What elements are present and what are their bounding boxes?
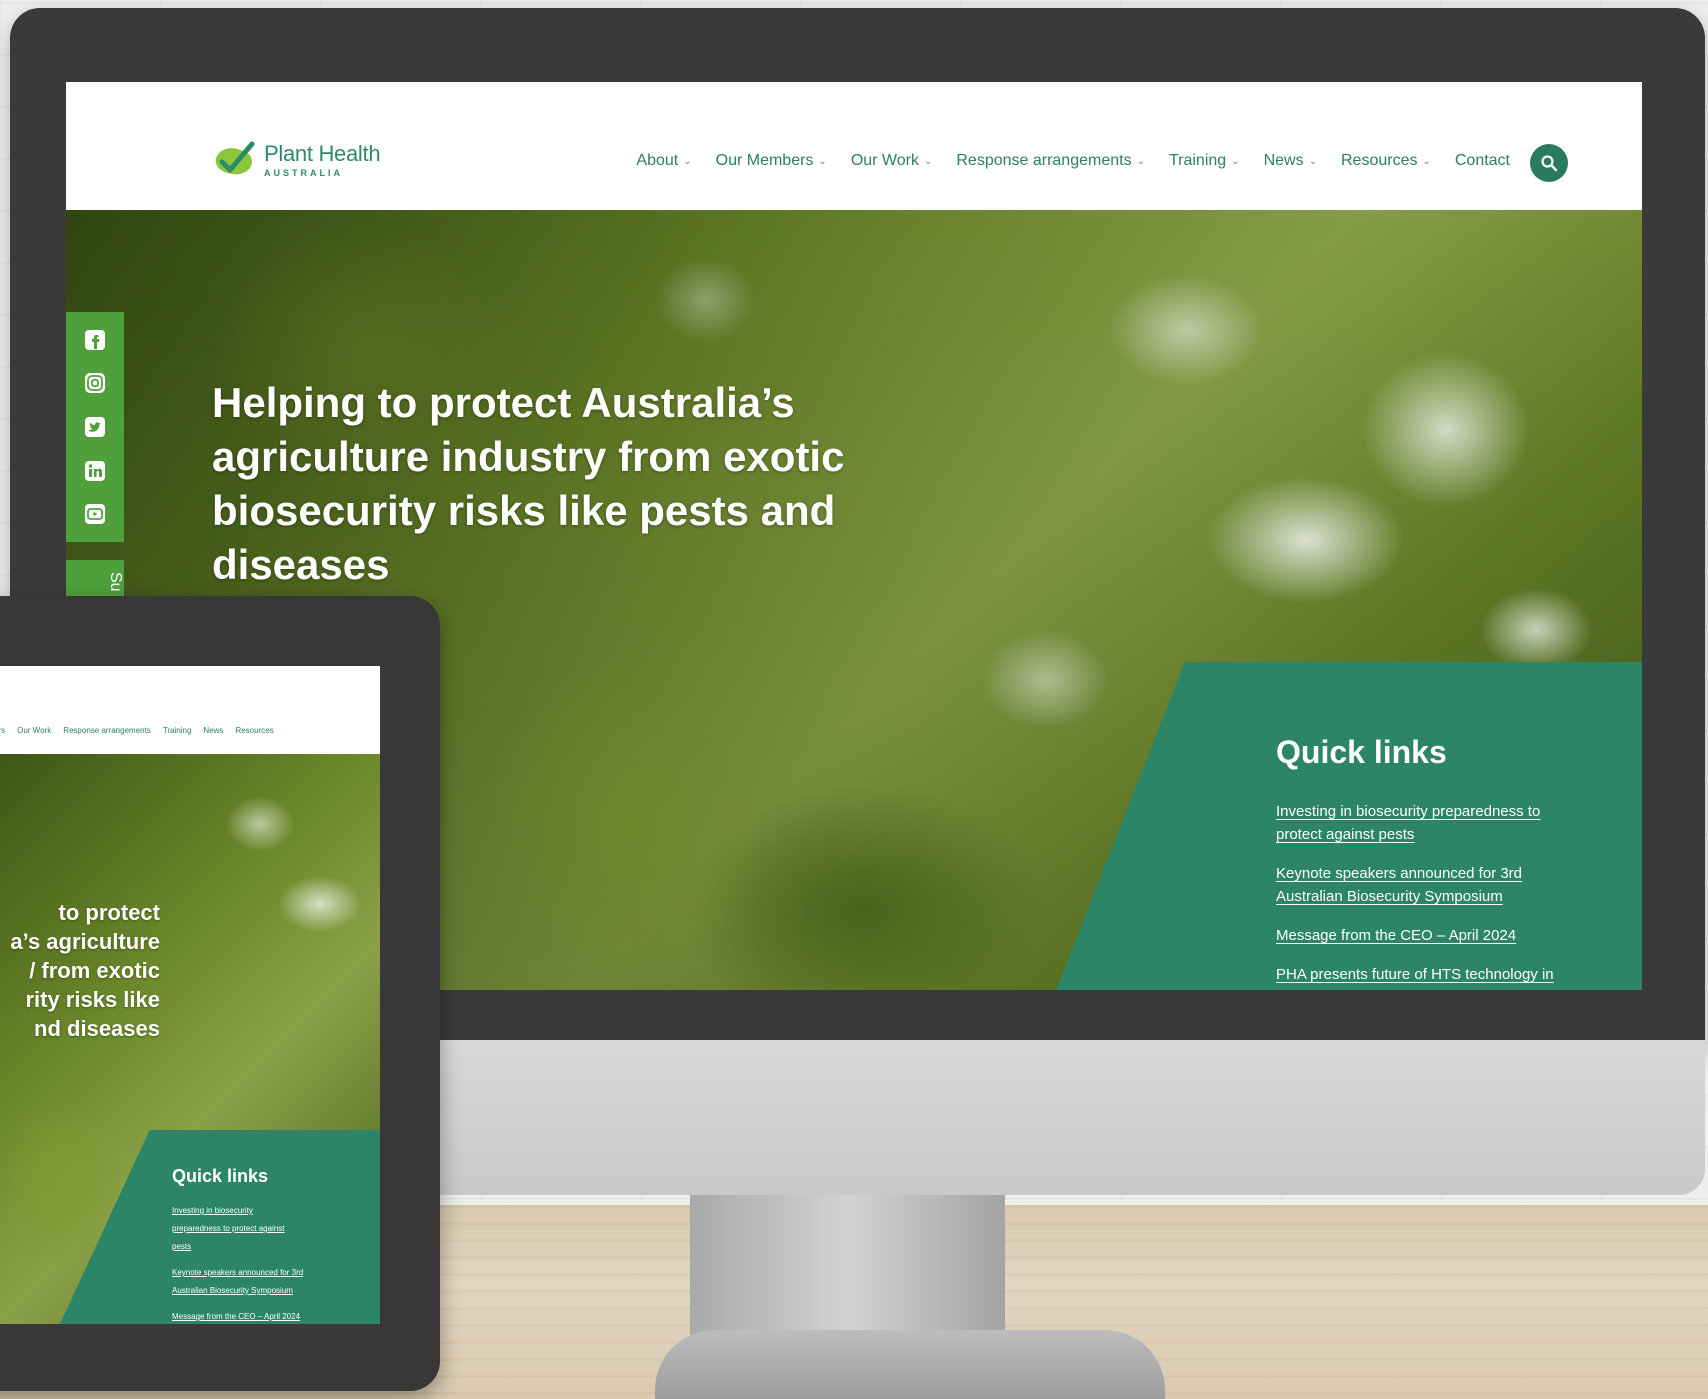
tablet-nav-response-arrangements[interactable]: Response arrangements xyxy=(63,726,151,735)
chevron-down-icon: ⌄ xyxy=(683,155,692,167)
social-sidebar xyxy=(66,312,124,542)
tablet-nav-training[interactable]: Training xyxy=(163,726,192,735)
list-item: PHA presents future of HTS technology in xyxy=(1276,963,1576,986)
imac-stand-foot xyxy=(655,1330,1165,1399)
nav-our-work-label: Our Work xyxy=(850,152,919,169)
nav-about[interactable]: About ⌄ xyxy=(636,152,691,170)
chevron-down-icon: ⌄ xyxy=(923,155,933,167)
list-item: Message from the CEO – April 2024 xyxy=(1276,924,1576,947)
nav-resources-label: Resources xyxy=(1340,152,1418,169)
nav-our-members-label: Our Members xyxy=(715,152,814,169)
list-item: Investing in biosecurity preparedness to… xyxy=(172,1200,304,1254)
twitter-icon[interactable] xyxy=(84,416,106,438)
list-item: Investing in biosecurity preparedness to… xyxy=(1276,800,1576,846)
nav-news-label: News xyxy=(1263,152,1304,169)
tablet-quick-link[interactable]: Message from the CEO – April 2024 xyxy=(172,1312,300,1321)
hero-title: Helping to protect Australia’s agricultu… xyxy=(212,379,845,588)
tablet-nav-resources[interactable]: Resources xyxy=(235,726,273,735)
tablet-quick-link[interactable]: Keynote speakers announced for 3rd Austr… xyxy=(172,1268,303,1295)
list-item: Keynote speakers announced for 3rd Austr… xyxy=(172,1262,304,1298)
nav-our-work[interactable]: Our Work ⌄ xyxy=(851,152,933,170)
site-logo[interactable]: Plant Health AUSTRALIA xyxy=(212,140,381,180)
tablet-nav: ers Our Work Response arrangements Train… xyxy=(0,726,274,735)
quick-links-title: Quick links xyxy=(1276,734,1447,770)
linkedin-icon[interactable] xyxy=(84,460,106,482)
main-nav: About ⌄ Our Members ⌄ Our Work ⌄ Response a… xyxy=(636,152,1510,170)
nav-contact-label: Contact xyxy=(1454,152,1510,169)
list-item: Keynote speakers announced for 3rd Austr… xyxy=(1276,862,1576,908)
chevron-down-icon: ⌄ xyxy=(1231,155,1240,167)
logo-subtitle: AUSTRALIA xyxy=(264,167,343,178)
tablet-quick-link[interactable]: Investing in biosecurity preparedness to… xyxy=(172,1206,285,1251)
nav-training-label: Training xyxy=(1168,152,1227,169)
chevron-down-icon: ⌄ xyxy=(1136,155,1145,167)
quick-link[interactable]: PHA presents future of HTS technology in xyxy=(1276,966,1554,983)
nav-about-label: About xyxy=(636,152,679,169)
nav-our-members[interactable]: Our Members ⌄ xyxy=(716,152,827,170)
tablet-nav-news[interactable]: News xyxy=(203,726,223,735)
instagram-icon[interactable] xyxy=(84,372,106,394)
tablet-hero-title: to protect a’s agriculture / from exotic… xyxy=(10,900,160,1041)
tablet-quick-links-panel: Quick links Investing in biosecurity pre… xyxy=(60,1130,380,1324)
nav-response-arrangements-label: Response arrangements xyxy=(956,152,1132,169)
tablet-nav-our-work[interactable]: Our Work xyxy=(17,726,51,735)
nav-response-arrangements[interactable]: Response arrangements ⌄ xyxy=(956,152,1145,170)
chevron-down-icon: ⌄ xyxy=(818,155,827,167)
tablet-screen: ers Our Work Response arrangements Train… xyxy=(0,666,380,1324)
nav-resources[interactable]: Resources ⌄ xyxy=(1341,152,1431,170)
nav-training[interactable]: Training ⌄ xyxy=(1169,152,1240,170)
tablet-site-header: ers Our Work Response arrangements Train… xyxy=(0,666,380,754)
tablet-hero-banner: to protect a’s agriculture / from exotic… xyxy=(0,754,380,1324)
quick-link[interactable]: Keynote speakers announced for 3rd Austr… xyxy=(1276,865,1522,905)
logo-name: Plant Health xyxy=(264,140,381,166)
list-item: Message from the CEO – April 2024 xyxy=(172,1306,304,1324)
quick-link[interactable]: Message from the CEO – April 2024 xyxy=(1276,927,1516,944)
youtube-icon[interactable] xyxy=(84,503,106,525)
imac-stand-neck xyxy=(690,1195,1005,1335)
search-icon xyxy=(1541,155,1558,172)
chevron-down-icon: ⌄ xyxy=(1422,155,1431,167)
quick-links-list: Investing in biosecurity preparedness to… xyxy=(1276,800,1576,990)
tablet-nav-our-members[interactable]: ers xyxy=(0,726,5,735)
tablet-quick-links-list: Investing in biosecurity preparedness to… xyxy=(172,1200,304,1324)
quick-link[interactable]: Investing in biosecurity preparedness to… xyxy=(1276,803,1540,843)
search-button[interactable] xyxy=(1530,144,1568,182)
chevron-down-icon: ⌄ xyxy=(1308,155,1317,167)
nav-news[interactable]: News ⌄ xyxy=(1264,152,1317,170)
tablet-quick-links-title: Quick links xyxy=(172,1166,269,1186)
facebook-icon[interactable] xyxy=(84,329,106,351)
australia-leaf-logo-icon xyxy=(215,141,255,175)
site-header: Plant Health AUSTRALIA About ⌄ Our Member… xyxy=(66,82,1642,210)
nav-contact[interactable]: Contact xyxy=(1455,152,1510,170)
